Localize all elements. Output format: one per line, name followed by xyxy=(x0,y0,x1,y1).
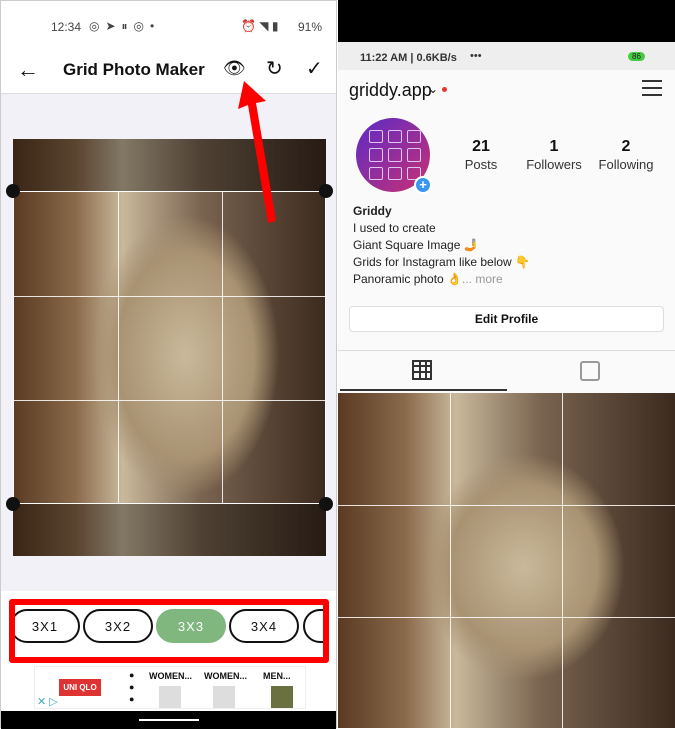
status-time: 11:22 AM | 0.6KB/s xyxy=(360,52,457,64)
battery-level: 86 xyxy=(628,52,645,61)
stat-followers[interactable]: 1 Followers xyxy=(514,138,594,174)
add-story-plus-icon[interactable]: + xyxy=(414,176,432,194)
grid-tab-icon[interactable] xyxy=(412,360,432,380)
bio-line: Grids for Instagram like below 👇 xyxy=(353,255,530,269)
grid-post-image[interactable] xyxy=(338,393,675,728)
bio-line: Giant Square Image 🤳 xyxy=(353,238,479,252)
menu-icon[interactable] xyxy=(642,80,662,96)
status-dots: ••• xyxy=(470,50,482,62)
bio-line: Panoramic photo 👌 xyxy=(353,272,462,286)
grid-option-3x1[interactable]: 3X1 xyxy=(15,609,80,643)
grid-option-3x2[interactable]: 3X2 xyxy=(83,609,153,643)
edit-profile-button[interactable]: Edit Profile xyxy=(349,306,664,332)
bio-more-link[interactable]: ... more xyxy=(462,272,503,286)
active-tab-indicator xyxy=(340,389,507,391)
profile-name: Griddy xyxy=(353,204,392,218)
notification-dot xyxy=(442,87,447,92)
grid-option-scroller[interactable]: 3X1 3X2 3X3 3X4 xyxy=(15,1,323,729)
stat-posts[interactable]: 21 Posts xyxy=(441,138,521,174)
ad-item[interactable]: WOMEN... xyxy=(204,671,247,681)
ad-item[interactable]: MEN... xyxy=(263,671,291,681)
username[interactable]: griddy.app xyxy=(349,80,432,101)
chevron-down-icon[interactable]: ⌄ xyxy=(428,82,438,96)
ad-dots: ● ● ● xyxy=(129,670,135,704)
grid-option-3x4[interactable]: 3X4 xyxy=(229,609,299,643)
tagged-tab-icon[interactable] xyxy=(580,361,600,381)
bio-line: I used to create xyxy=(353,221,436,235)
grid-option-more[interactable] xyxy=(303,609,323,643)
stat-following[interactable]: 2 Following xyxy=(586,138,666,174)
grid-photo-maker-screen: 12:34 ◎➤⏸◎• ⏰ ◥ ▮ 91% ← Grid Photo Maker… xyxy=(0,0,337,729)
ad-close-icon[interactable]: ✕ ▷ xyxy=(37,695,58,708)
home-indicator[interactable] xyxy=(139,719,199,721)
grid-option-3x3-selected[interactable]: 3X3 xyxy=(156,609,226,643)
navigation-bar xyxy=(1,711,336,729)
ad-item[interactable]: WOMEN... xyxy=(149,671,192,681)
ad-banner[interactable]: UNI QLO ✕ ▷ ● ● ● WOMEN... WOMEN... MEN... xyxy=(34,666,306,709)
ad-brand-logo: UNI QLO xyxy=(59,679,101,696)
